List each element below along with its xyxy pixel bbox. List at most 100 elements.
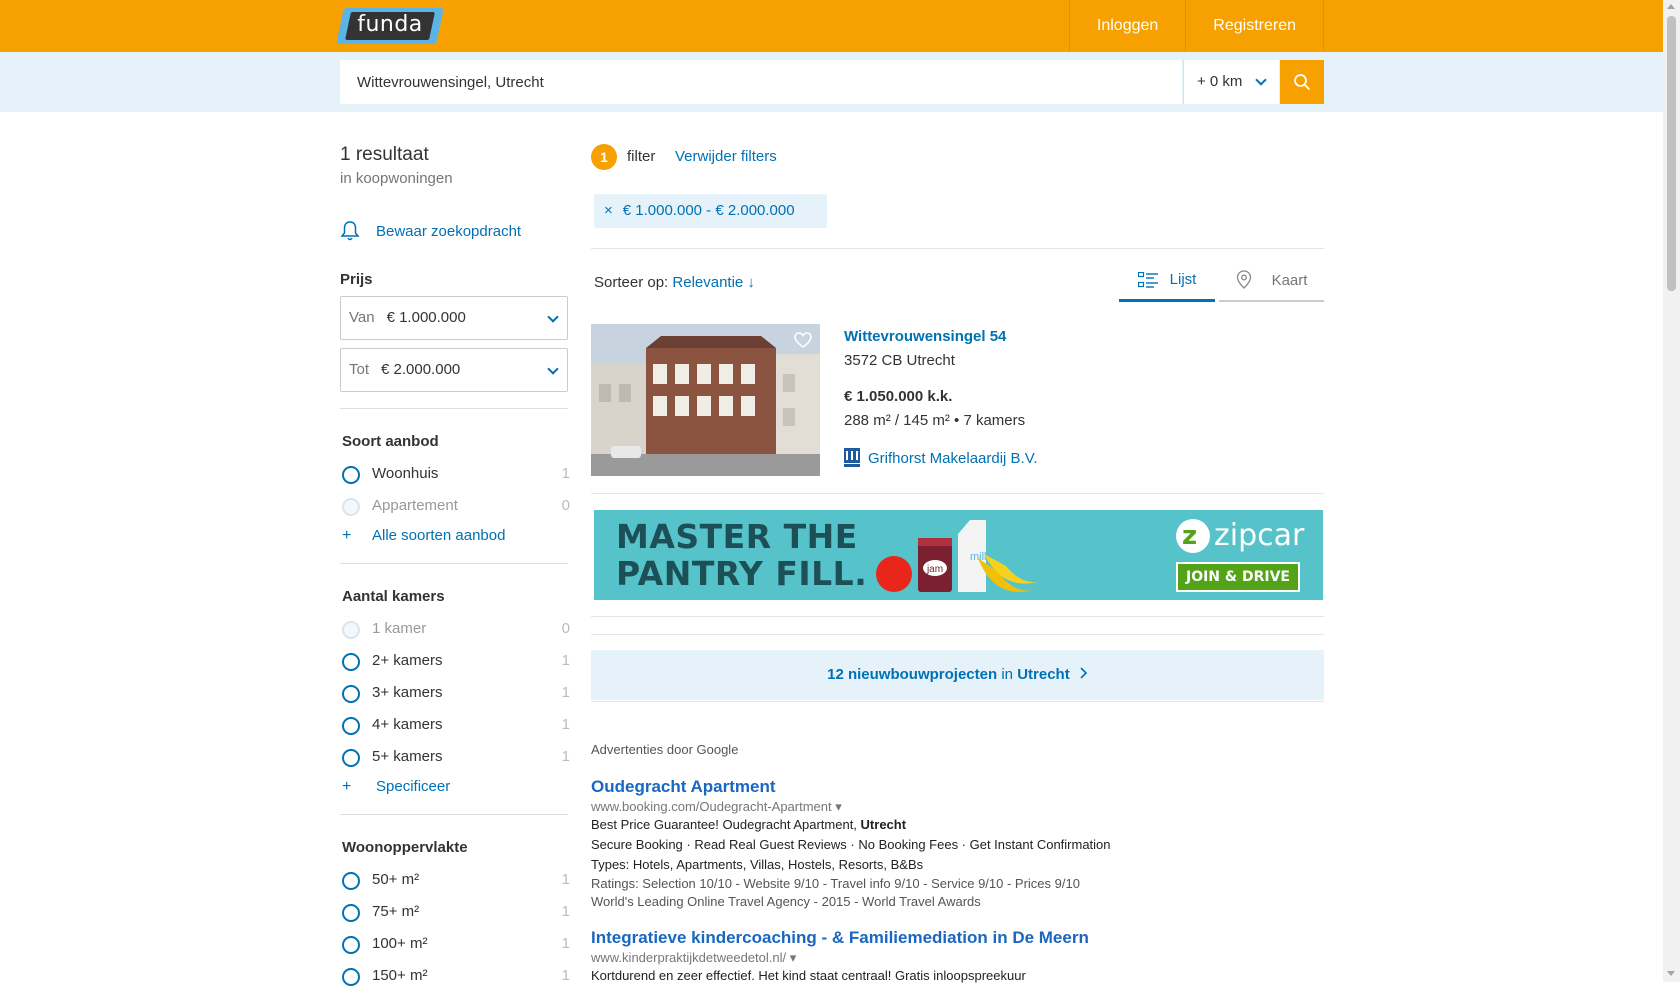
bell-icon (340, 221, 360, 241)
ad-description: Best Price Guarantee! Oudegracht Apartme… (591, 815, 1324, 835)
area-option-100[interactable]: 100+ m² 1 (342, 933, 570, 955)
listing-photo[interactable] (591, 324, 820, 476)
price-from-select[interactable]: Van € 1.000.000 (340, 296, 568, 340)
area-option-75[interactable]: 75+ m² 1 (342, 901, 570, 923)
ad-sitelinks[interactable]: Secure Booking · Read Real Guest Reviews… (591, 835, 1324, 855)
ad-types: Types: Hotels, Apartments, Villas, Hoste… (591, 857, 924, 872)
divider (591, 493, 1324, 494)
plus-icon: + (342, 527, 352, 544)
ad-awards: World's Leading Online Travel Agency - 2… (591, 894, 981, 909)
ad-title[interactable]: Oudegracht Apartment (591, 777, 1324, 797)
ad-title[interactable]: Integratieve kindercoaching - & Familiem… (591, 928, 1324, 948)
option-label: 3+ kamers (372, 684, 443, 701)
price-section-title: Prijs (340, 271, 373, 288)
login-link[interactable]: Inloggen (1068, 0, 1185, 52)
rooms-option-2[interactable]: 2+ kamers 1 (342, 650, 570, 672)
zipcar-ad-banner[interactable]: MASTER THE PANTRY FILL. jam milk z zipca… (594, 510, 1323, 600)
search-button[interactable] (1280, 60, 1324, 104)
filter-label: filter (627, 148, 656, 165)
radio-button (342, 621, 360, 639)
option-count: 1 (561, 935, 570, 952)
option-label: Appartement (372, 497, 458, 514)
option-label: 75+ m² (372, 903, 420, 920)
tab-list-view[interactable]: Lijst (1119, 260, 1215, 302)
offer-option-woonhuis[interactable]: Woonhuis 1 (342, 463, 570, 485)
radio-button (342, 717, 360, 735)
radius-value: + 0 km (1197, 73, 1243, 90)
register-link[interactable]: Registreren (1185, 0, 1324, 52)
google-ad-1: Oudegracht Apartment www.booking.com/Oud… (591, 777, 1324, 911)
radio-button (342, 466, 360, 484)
option-count: 0 (561, 620, 570, 637)
divider (591, 634, 1324, 635)
price-to-label: Tot (349, 361, 370, 378)
option-label: 100+ m² (372, 935, 428, 952)
option-label: Woonhuis (372, 465, 439, 482)
newbuild-projects-link[interactable]: 12 nieuwbouwprojecten in Utrecht (591, 650, 1324, 700)
page-scrollbar[interactable] (1663, 0, 1680, 982)
save-search-link[interactable]: Bewaar zoekopdracht (340, 220, 521, 242)
zipcar-brand: zipcar (1214, 518, 1305, 553)
rooms-option-5[interactable]: 5+ kamers 1 (342, 746, 570, 768)
rooms-section-title: Aantal kamers (342, 588, 445, 605)
tab-map-view[interactable]: Kaart (1219, 260, 1324, 302)
area-option-50[interactable]: 50+ m² 1 (342, 869, 570, 891)
scroll-up-arrow-icon[interactable] (1667, 4, 1675, 9)
scroll-down-arrow-icon[interactable] (1667, 971, 1675, 976)
chevron-right-icon (1080, 667, 1088, 679)
ad-headline-line2: PANTRY FILL. (616, 554, 868, 593)
area-option-150[interactable]: 150+ m² 1 (342, 965, 570, 987)
divider (591, 701, 1324, 702)
zipcar-logo: z zipcar (1176, 518, 1304, 553)
more-label: Alle soorten aanbod (372, 527, 506, 544)
radius-select[interactable]: + 0 km (1183, 60, 1279, 104)
option-count: 1 (561, 871, 570, 888)
listing-card[interactable]: Wittevrouwensingel 54 3572 CB Utrecht € … (591, 324, 1324, 476)
offer-option-appartement: Appartement 0 (342, 495, 570, 517)
divider (591, 616, 1324, 617)
result-subtitle: in koopwoningen (340, 170, 453, 187)
chevron-down-icon (547, 363, 559, 375)
offer-type-title: Soort aanbod (342, 433, 439, 450)
chip-label: € 1.000.000 - € 2.000.000 (622, 202, 795, 219)
option-count: 1 (561, 748, 570, 765)
price-filter-chip[interactable]: × € 1.000.000 - € 2.000.000 (594, 194, 827, 228)
remove-filters-link[interactable]: Verwijder filters (675, 148, 777, 165)
ad-desc-text: Best Price Guarantee! Oudegracht Apartme… (591, 817, 861, 832)
top-nav: Inloggen Registreren (1068, 0, 1324, 52)
plus-icon: + (342, 778, 352, 795)
radio-button (342, 872, 360, 890)
option-label: 50+ m² (372, 871, 420, 888)
rooms-option-3[interactable]: 3+ kamers 1 (342, 682, 570, 704)
close-icon[interactable]: × (604, 202, 613, 219)
heart-icon[interactable] (794, 332, 812, 348)
listing-address[interactable]: Wittevrouwensingel 54 (844, 328, 1006, 345)
newbuild-count: 12 nieuwbouwprojecten (827, 666, 998, 683)
funda-logo[interactable]: funda (336, 8, 444, 44)
all-offer-types-link[interactable]: + Alle soorten aanbod (342, 527, 505, 545)
nvm-logo-icon (844, 448, 860, 467)
option-count: 1 (561, 652, 570, 669)
radio-button (342, 936, 360, 954)
ad-url[interactable]: www.kinderpraktijkdetweedetol.nl/ ▾ (591, 950, 1324, 966)
option-count: 1 (561, 967, 570, 984)
price-to-select[interactable]: Tot € 2.000.000 (340, 348, 568, 392)
price-to-value: € 2.000.000 (381, 361, 461, 378)
radio-button (342, 653, 360, 671)
specify-rooms-link[interactable]: + Specificeer (342, 778, 450, 796)
listing-agent-link[interactable]: Grifhorst Makelaardij B.V. (844, 448, 1038, 468)
newbuild-city: Utrecht (1017, 666, 1070, 683)
radio-button (342, 904, 360, 922)
search-icon (1294, 74, 1310, 90)
scrollbar-thumb[interactable] (1667, 16, 1676, 291)
ad-ratings: Ratings: Selection 10/10 - Website 9/10 … (591, 876, 1080, 891)
join-drive-button[interactable]: JOIN & DRIVE (1176, 562, 1300, 592)
ad-url[interactable]: www.booking.com/Oudegracht-Apartment ▾ (591, 799, 1324, 815)
search-input[interactable] (340, 60, 1182, 104)
more-label: Specificeer (376, 778, 451, 795)
radio-button (342, 685, 360, 703)
listing-specs: 288 m² / 145 m² • 7 kamers (844, 412, 1026, 429)
radio-button (342, 498, 360, 516)
rooms-option-4[interactable]: 4+ kamers 1 (342, 714, 570, 736)
sort-select[interactable]: Relevantie ↓ (672, 274, 755, 291)
